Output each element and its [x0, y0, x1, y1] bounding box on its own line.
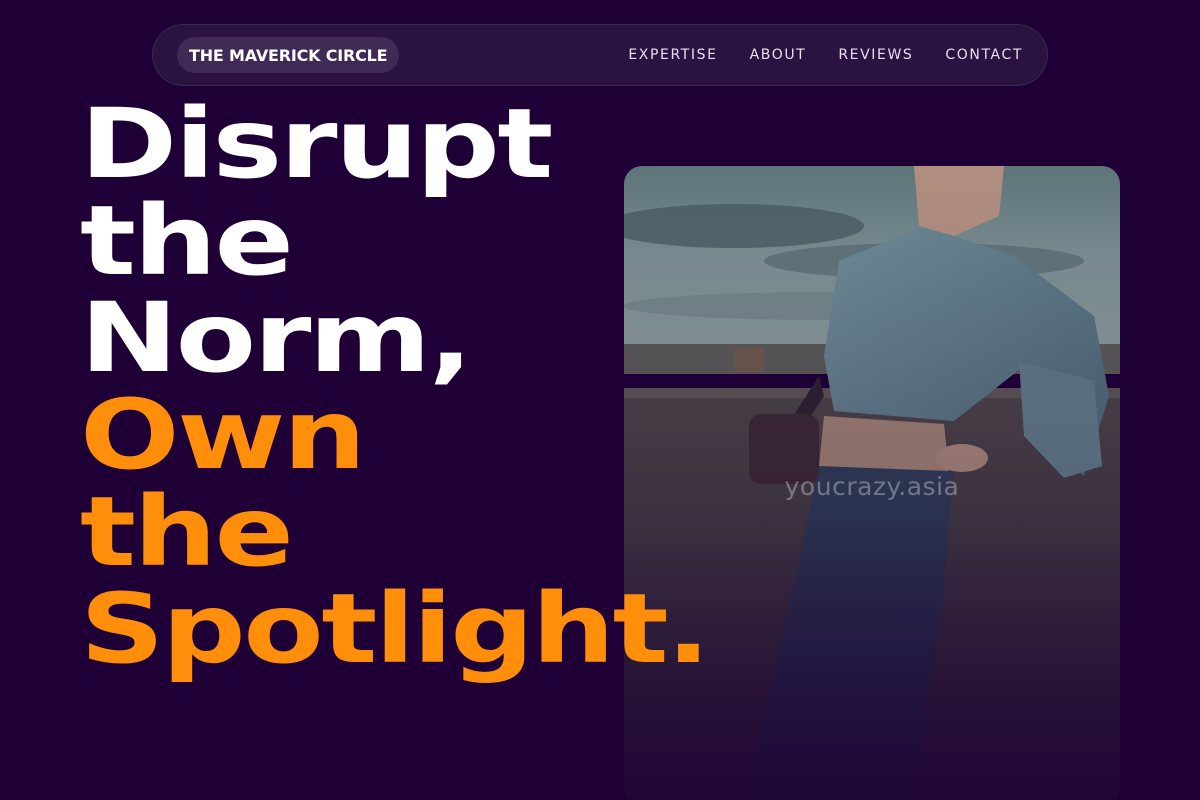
headline-line-1: Disrupt: [80, 88, 553, 200]
top-nav: THE MAVERICK CIRCLE EXPERTISE ABOUT REVI…: [152, 24, 1048, 86]
headline-line-2: the: [80, 185, 294, 297]
hero-headline: Disrupt the Norm, Own the Spotlight.: [80, 88, 711, 685]
page: THE MAVERICK CIRCLE EXPERTISE ABOUT REVI…: [0, 0, 1200, 800]
nav-link-reviews[interactable]: REVIEWS: [838, 47, 913, 63]
headline-line-5: the: [80, 476, 294, 588]
nav-link-expertise[interactable]: EXPERTISE: [628, 47, 717, 63]
nav-link-contact[interactable]: CONTACT: [945, 47, 1023, 63]
brand-logo[interactable]: THE MAVERICK CIRCLE: [177, 37, 400, 73]
headline-line-6: Spotlight.: [80, 573, 711, 685]
headline-line-3: Norm,: [80, 282, 473, 394]
nav-link-about[interactable]: ABOUT: [750, 47, 807, 63]
nav-links: EXPERTISE ABOUT REVIEWS CONTACT: [628, 47, 1023, 63]
headline-line-4: Own: [80, 379, 366, 491]
